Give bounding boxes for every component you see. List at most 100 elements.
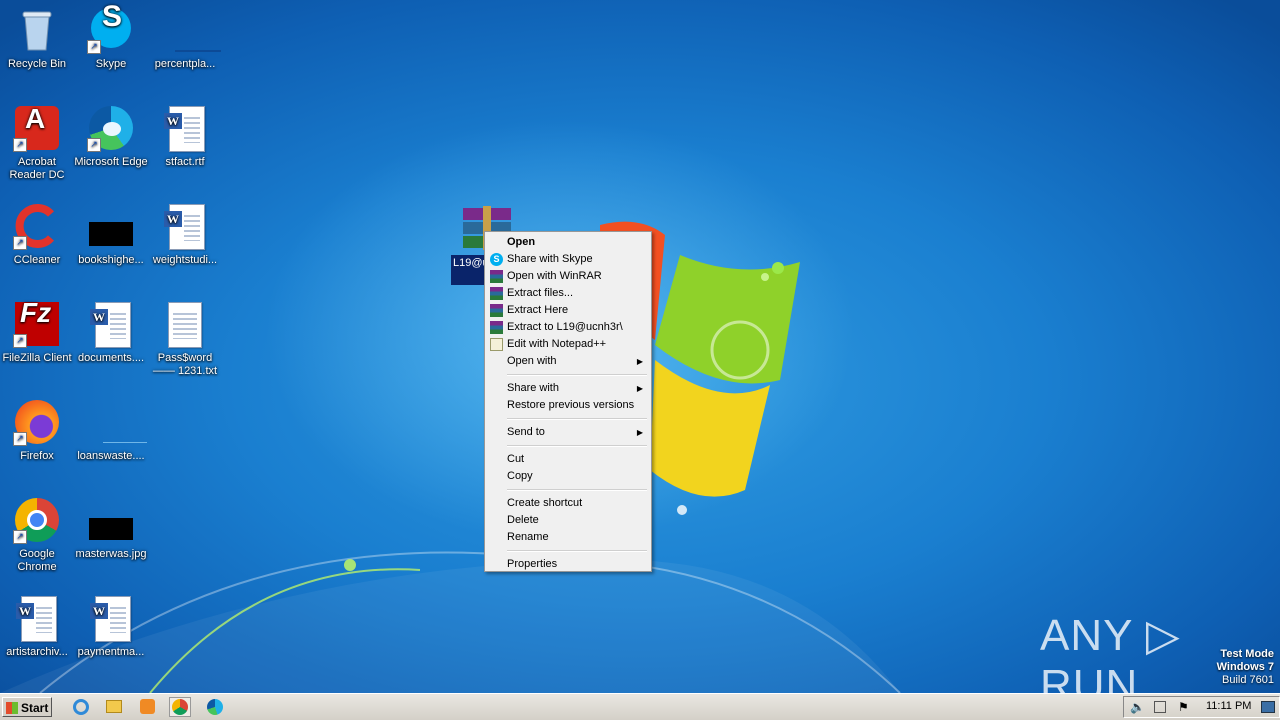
test-mode-line3: Build 7601 [1222, 674, 1274, 686]
desktop-icon-percentpla[interactable]: percentpla... [148, 6, 222, 71]
menu-item-label: Extract to L19@ucnh3r\ [507, 321, 623, 333]
menu-item-share-with-skype[interactable]: S Share with Skype [487, 251, 649, 268]
menu-item-rename[interactable]: Rename [487, 529, 649, 546]
shortcut-arrow-icon: ↗ [13, 530, 27, 544]
desktop-icon-documents[interactable]: W documents.... [74, 300, 148, 365]
menu-item-label: Share with [507, 382, 559, 394]
menu-item-properties[interactable]: Properties [487, 556, 649, 573]
volume-icon[interactable]: 🔈 [1130, 700, 1145, 714]
icon-label: Skype [95, 58, 127, 70]
menu-item-cut[interactable]: Cut [487, 451, 649, 468]
menu-item-label: Share with Skype [507, 253, 593, 265]
word-document-icon: W [13, 594, 61, 642]
menu-item-label: Rename [507, 531, 549, 543]
desktop-icon-chrome[interactable]: ↗ Google Chrome [0, 496, 74, 574]
desktop-icon-artistarchiv[interactable]: W artistarchiv... [0, 594, 74, 659]
icon-label: Firefox [20, 450, 54, 462]
menu-separator [507, 445, 647, 447]
menu-item-label: Edit with Notepad++ [507, 338, 607, 350]
desktop-icon-password-txt[interactable]: Pass$word —— 1231.txt [148, 300, 222, 378]
icon-label: CCleaner [13, 254, 61, 266]
shortcut-arrow-icon: ↗ [13, 432, 27, 446]
network-icon[interactable] [1154, 701, 1166, 713]
desktop-icon-weightstudi[interactable]: W weightstudi... [148, 202, 222, 267]
show-desktop-icon[interactable] [1261, 701, 1275, 713]
word-document-icon: W [87, 300, 135, 348]
menu-item-label: Restore previous versions [507, 399, 635, 411]
desktop-icon-bookshighe[interactable]: bookshighe... [74, 202, 148, 267]
menu-item-edit-with-notepadpp[interactable]: Edit with Notepad++ [487, 336, 649, 353]
shortcut-arrow-icon: ↗ [13, 236, 27, 250]
icon-label: documents.... [77, 352, 145, 364]
winrar-icon [490, 270, 503, 283]
chrome-taskbar-icon[interactable] [169, 697, 191, 717]
submenu-arrow-icon: ▶ [636, 357, 643, 366]
edge-icon: ↗ [87, 104, 135, 152]
menu-separator [507, 550, 647, 552]
shortcut-arrow-icon: ↗ [87, 138, 101, 152]
menu-item-extract-files[interactable]: Extract files... [487, 285, 649, 302]
desktop-icon-firefox[interactable]: ↗ Firefox [0, 398, 74, 463]
notepadpp-icon [490, 338, 503, 351]
recycle-bin-icon [13, 6, 61, 54]
menu-item-send-to[interactable]: Send to ▶ [487, 424, 649, 441]
menu-item-create-shortcut[interactable]: Create shortcut [487, 495, 649, 512]
desktop-icon-loanswaste[interactable]: loanswaste.... [74, 398, 148, 463]
start-label: Start [21, 701, 49, 715]
menu-item-extract-to[interactable]: Extract to L19@ucnh3r\ [487, 319, 649, 336]
desktop-icon-acrobat[interactable]: A ↗ Acrobat Reader DC [0, 104, 74, 182]
icon-label: FileZilla Client [2, 352, 72, 364]
test-mode-line1: Test Mode [1220, 648, 1274, 660]
media-player-icon[interactable] [136, 697, 158, 717]
menu-item-label: Extract Here [507, 304, 569, 316]
chrome-icon: ↗ [13, 496, 61, 544]
desktop-icon-recycle-bin[interactable]: Recycle Bin [0, 6, 74, 71]
filezilla-icon: Fz ↗ [13, 299, 61, 348]
action-center-flag-icon[interactable]: ⚑ [1178, 700, 1189, 714]
desktop-icon-skype[interactable]: S ↗ Skype [74, 2, 148, 71]
taskbar-clock[interactable]: 11:11 PM [1206, 700, 1251, 712]
firefox-icon: ↗ [13, 398, 61, 446]
menu-item-open-with[interactable]: Open with ▶ [487, 353, 649, 370]
icon-label: stfact.rtf [165, 156, 205, 168]
icon-label: Acrobat Reader DC [9, 156, 65, 181]
menu-item-label: Open with [507, 355, 557, 367]
icon-label: Recycle Bin [7, 58, 67, 70]
edge-taskbar-icon[interactable] [204, 697, 226, 717]
blank-thumbnail-icon [161, 6, 221, 54]
menu-item-open-with-winrar[interactable]: Open with WinRAR [487, 268, 649, 285]
desktop-icon-paymentma[interactable]: W paymentma... [74, 594, 148, 659]
menu-item-extract-here[interactable]: Extract Here [487, 302, 649, 319]
menu-item-share-with[interactable]: Share with ▶ [487, 380, 649, 397]
menu-item-restore-previous-versions[interactable]: Restore previous versions [487, 397, 649, 414]
internet-explorer-icon[interactable] [70, 697, 92, 717]
word-document-icon: W [87, 594, 135, 642]
skype-icon: S [490, 253, 503, 266]
word-document-icon: W [161, 104, 209, 152]
menu-item-delete[interactable]: Delete [487, 512, 649, 529]
desktop-icon-masterwas[interactable]: masterwas.jpg [74, 496, 148, 561]
word-document-icon: W [161, 202, 209, 250]
file-explorer-icon[interactable] [103, 697, 125, 717]
submenu-arrow-icon: ▶ [636, 428, 643, 437]
test-mode-notice: Test Mode Windows 7 Build 7601 [1217, 648, 1274, 687]
blank-thumbnail-icon [87, 398, 147, 446]
desktop-icon-ccleaner[interactable]: ↗ CCleaner [0, 202, 74, 267]
menu-item-copy[interactable]: Copy [487, 468, 649, 485]
menu-item-label: Create shortcut [507, 497, 583, 509]
desktop-icon-stfact[interactable]: W stfact.rtf [148, 104, 222, 169]
menu-item-label: Extract files... [507, 287, 574, 299]
icon-label: bookshighe... [78, 254, 144, 266]
menu-item-label: Cut [507, 453, 525, 465]
icon-label: weightstudi... [152, 254, 218, 266]
menu-item-open[interactable]: Open [487, 234, 649, 251]
start-button[interactable]: Start [2, 697, 52, 717]
image-thumbnail-icon [87, 496, 135, 544]
taskbar: Start 🔈 ⚑ [0, 693, 1280, 720]
context-menu: Open S Share with Skype Open with WinRAR… [484, 231, 652, 572]
desktop-icon-filezilla[interactable]: Fz ↗ FileZilla Client [0, 299, 74, 365]
text-file-icon [161, 300, 209, 348]
test-mode-line2: Windows 7 [1216, 661, 1274, 673]
desktop-icon-edge[interactable]: ↗ Microsoft Edge [74, 104, 148, 169]
menu-item-label: Send to [507, 426, 545, 438]
